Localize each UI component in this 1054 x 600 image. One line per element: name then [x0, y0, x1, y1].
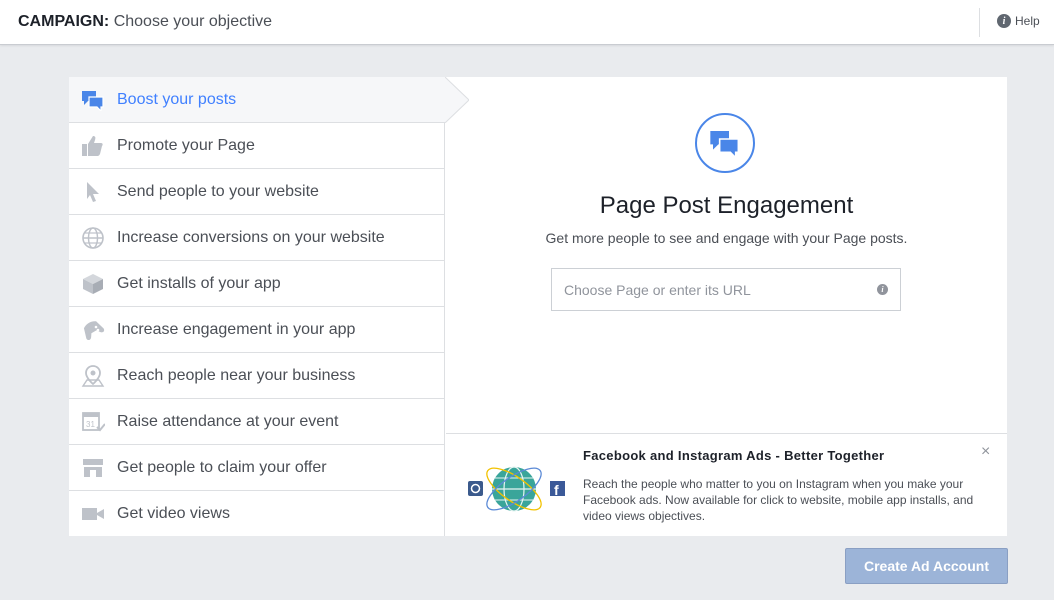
svg-text:31: 31 — [86, 420, 95, 429]
thumbs-up-icon — [82, 136, 103, 156]
help-link[interactable]: i Help — [997, 14, 1040, 28]
objective-website-conversions[interactable]: Increase conversions on your website — [69, 215, 445, 261]
video-camera-icon — [82, 508, 104, 520]
objective-label: Send people to your website — [117, 183, 319, 200]
objective-label: Reach people near your business — [117, 367, 356, 384]
storefront-icon — [83, 459, 103, 477]
objective-label: Get video views — [117, 505, 230, 522]
objective-label: Get installs of your app — [117, 275, 281, 292]
page-url-input[interactable] — [564, 280, 864, 300]
page-selector[interactable]: i — [551, 268, 901, 311]
close-icon[interactable]: × — [981, 444, 990, 460]
objective-panel: Boost your posts Promote your Page Send … — [69, 77, 1007, 536]
objective-hero-icon — [695, 113, 755, 173]
promo-title: Facebook and Instagram Ads - Better Toge… — [583, 448, 885, 463]
objective-promote-page[interactable]: Promote your Page — [69, 123, 445, 169]
speech-bubbles-icon — [710, 131, 740, 158]
objective-detail: Page Post Engagement Get more people to … — [446, 77, 1007, 433]
top-bar: CAMPAIGN: Choose your objective i Help — [0, 0, 1054, 45]
page-title: CAMPAIGN: Choose your objective — [18, 13, 272, 31]
map-pin-icon — [81, 365, 105, 387]
objective-description: Get more people to see and engage with y… — [545, 230, 908, 246]
create-ad-account-button[interactable]: Create Ad Account — [845, 548, 1008, 584]
objective-label: Boost your posts — [117, 91, 237, 108]
gamepad-icon — [83, 321, 105, 341]
info-icon[interactable]: i — [877, 284, 888, 295]
objective-label: Get people to claim your offer — [117, 459, 327, 476]
objective-offer-claims[interactable]: Get people to claim your offer — [69, 445, 445, 491]
calendar-icon: 31 — [82, 412, 105, 432]
campaign-subtitle: Choose your objective — [113, 13, 273, 30]
objective-label: Promote your Page — [117, 137, 255, 154]
info-circle-icon: i — [997, 14, 1011, 28]
objective-label: Raise attendance at your event — [117, 413, 339, 430]
campaign-label: CAMPAIGN: — [18, 13, 110, 30]
box-icon — [83, 274, 103, 294]
objective-website-clicks[interactable]: Send people to your website — [69, 169, 445, 215]
speech-bubbles-icon — [82, 91, 104, 111]
globe-icon — [82, 227, 104, 249]
svg-text:f: f — [554, 482, 559, 498]
objective-list: Boost your posts Promote your Page Send … — [69, 77, 445, 536]
promo-text: Reach the people who matter to you on In… — [583, 477, 974, 523]
objective-app-engagement[interactable]: Increase engagement in your app — [69, 307, 445, 353]
globe-illustration-icon: f — [468, 466, 565, 512]
objective-title: Page Post Engagement — [599, 192, 854, 219]
objective-app-installs[interactable]: Get installs of your app — [69, 261, 445, 307]
objective-label: Increase engagement in your app — [117, 321, 356, 338]
objective-boost-posts[interactable]: Boost your posts — [69, 77, 445, 123]
help-label: Help — [1015, 14, 1040, 28]
objective-label: Increase conversions on your website — [117, 229, 385, 246]
objective-local-awareness[interactable]: Reach people near your business — [69, 353, 445, 399]
instagram-promo-banner: f Facebook and Instagram Ads - Better To… — [446, 433, 1007, 536]
cursor-icon — [87, 182, 99, 202]
objective-event-responses[interactable]: 31 Raise attendance at your event — [69, 399, 445, 445]
header-divider — [979, 8, 980, 37]
objective-video-views[interactable]: Get video views — [69, 491, 445, 537]
